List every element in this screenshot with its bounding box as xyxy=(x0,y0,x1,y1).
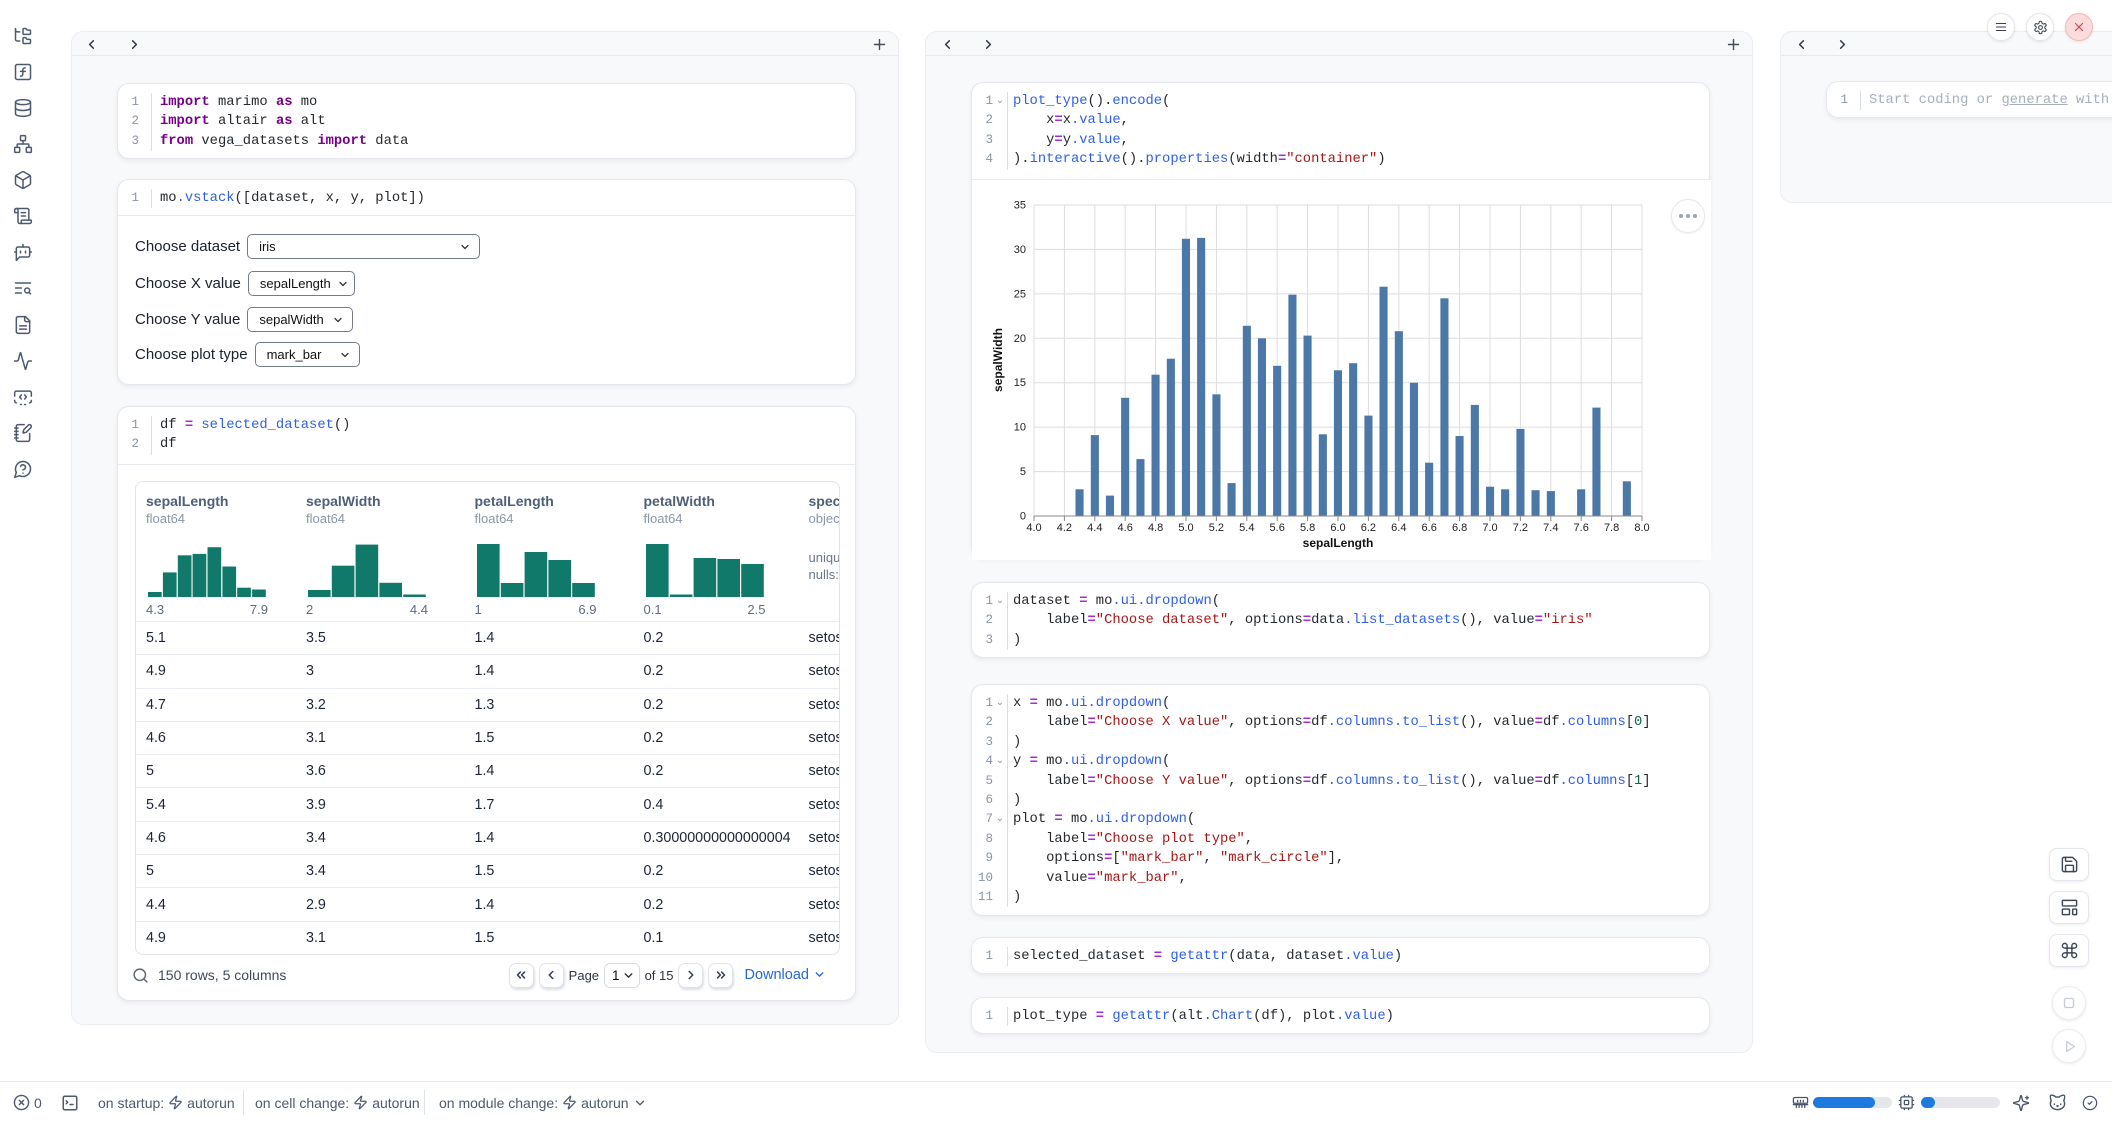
svg-text:4.2: 4.2 xyxy=(1057,522,1072,534)
svg-text:30: 30 xyxy=(1014,244,1026,256)
svg-text:35: 35 xyxy=(1014,200,1026,212)
svg-text:6.4: 6.4 xyxy=(1391,522,1406,534)
svg-text:5.0: 5.0 xyxy=(1178,522,1193,534)
svg-text:7.8: 7.8 xyxy=(1604,522,1619,534)
svg-text:25: 25 xyxy=(1014,288,1026,300)
svg-text:sepalLength: sepalLength xyxy=(1303,536,1374,550)
svg-text:7.4: 7.4 xyxy=(1543,522,1558,534)
svg-text:5.8: 5.8 xyxy=(1300,522,1315,534)
svg-text:7.2: 7.2 xyxy=(1513,522,1528,534)
svg-text:5.4: 5.4 xyxy=(1239,522,1254,534)
svg-text:sepalWidth: sepalWidth xyxy=(991,328,1005,392)
svg-text:20: 20 xyxy=(1014,333,1026,345)
svg-text:8.0: 8.0 xyxy=(1634,522,1649,534)
svg-text:4.8: 4.8 xyxy=(1148,522,1163,534)
svg-text:7.6: 7.6 xyxy=(1574,522,1589,534)
svg-text:4.0: 4.0 xyxy=(1026,522,1041,534)
svg-text:4.4: 4.4 xyxy=(1087,522,1102,534)
svg-text:10: 10 xyxy=(1014,422,1026,434)
svg-text:6.0: 6.0 xyxy=(1330,522,1345,534)
svg-text:5.6: 5.6 xyxy=(1270,522,1285,534)
svg-text:6.8: 6.8 xyxy=(1452,522,1467,534)
svg-text:0: 0 xyxy=(1020,511,1026,523)
svg-text:6.2: 6.2 xyxy=(1361,522,1376,534)
svg-text:4.6: 4.6 xyxy=(1118,522,1133,534)
svg-text:15: 15 xyxy=(1014,377,1026,389)
svg-text:7.0: 7.0 xyxy=(1482,522,1497,534)
svg-text:5.2: 5.2 xyxy=(1209,522,1224,534)
svg-text:5: 5 xyxy=(1020,466,1026,478)
svg-text:6.6: 6.6 xyxy=(1422,522,1437,534)
